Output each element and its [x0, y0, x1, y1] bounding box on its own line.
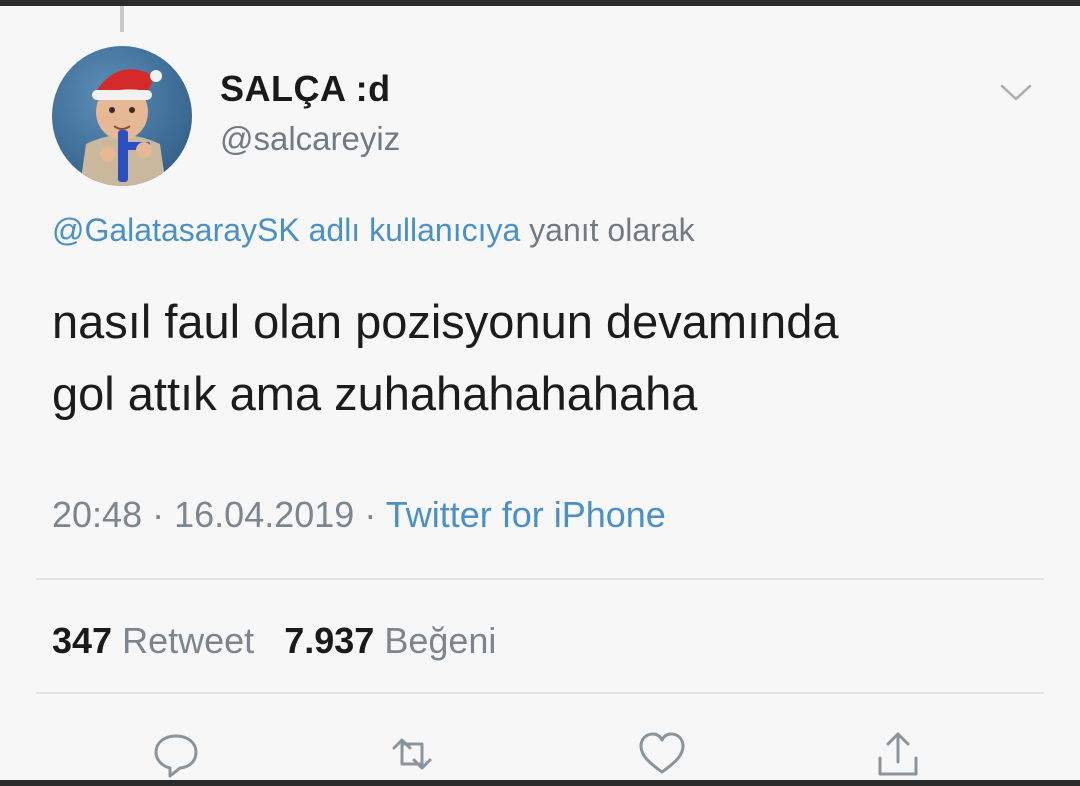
divider [36, 692, 1044, 694]
divider [36, 578, 1044, 580]
tweet-date: 16.04.2019 [174, 494, 355, 535]
reply-icon[interactable] [150, 728, 202, 780]
tweet-card: SALÇA :d @salcareyiz @GalatasaraySK adlı… [0, 6, 1080, 780]
reply-context: @GalatasaraySK adlı kullanıcıya yanıt ol… [52, 212, 695, 249]
like-stat[interactable]: 7.937 Beğeni [284, 620, 496, 661]
retweet-count: 347 [52, 620, 113, 661]
like-count: 7.937 [284, 620, 375, 661]
top-hanger-line [120, 6, 124, 32]
tweet-source-link[interactable]: Twitter for iPhone [386, 494, 666, 535]
share-icon[interactable] [872, 728, 924, 780]
chevron-down-icon[interactable] [998, 80, 1034, 104]
retweet-icon[interactable] [386, 728, 438, 780]
avatar-image [80, 69, 166, 186]
tweet-time: 20:48 [52, 494, 143, 535]
tweet-stats: 347 Retweet 7.937 Beğeni [52, 620, 496, 662]
heart-icon[interactable] [636, 728, 688, 780]
reply-mention-link[interactable]: @GalatasaraySK adlı kullanıcıya [52, 212, 520, 248]
retweet-stat[interactable]: 347 Retweet [52, 620, 264, 661]
avatar[interactable] [52, 46, 192, 186]
like-label: Beğeni [384, 620, 497, 661]
tweet-text: nasıl faul olan pozisyonun devamında gol… [52, 286, 1032, 430]
retweet-label: Retweet [122, 620, 255, 661]
tweet-text-line-2: gol attık ama zuhahahahahaha [52, 367, 698, 420]
meta-separator: · [364, 494, 377, 535]
reply-suffix: yanıt olarak [529, 212, 695, 248]
tweet-text-line-1: nasıl faul olan pozisyonun devamında [52, 295, 839, 348]
display-name[interactable]: SALÇA :d [220, 68, 391, 110]
username[interactable]: @salcareyiz [220, 120, 400, 158]
tweet-meta: 20:48 · 16.04.2019 · Twitter for iPhone [52, 494, 666, 536]
meta-separator: · [152, 494, 165, 535]
